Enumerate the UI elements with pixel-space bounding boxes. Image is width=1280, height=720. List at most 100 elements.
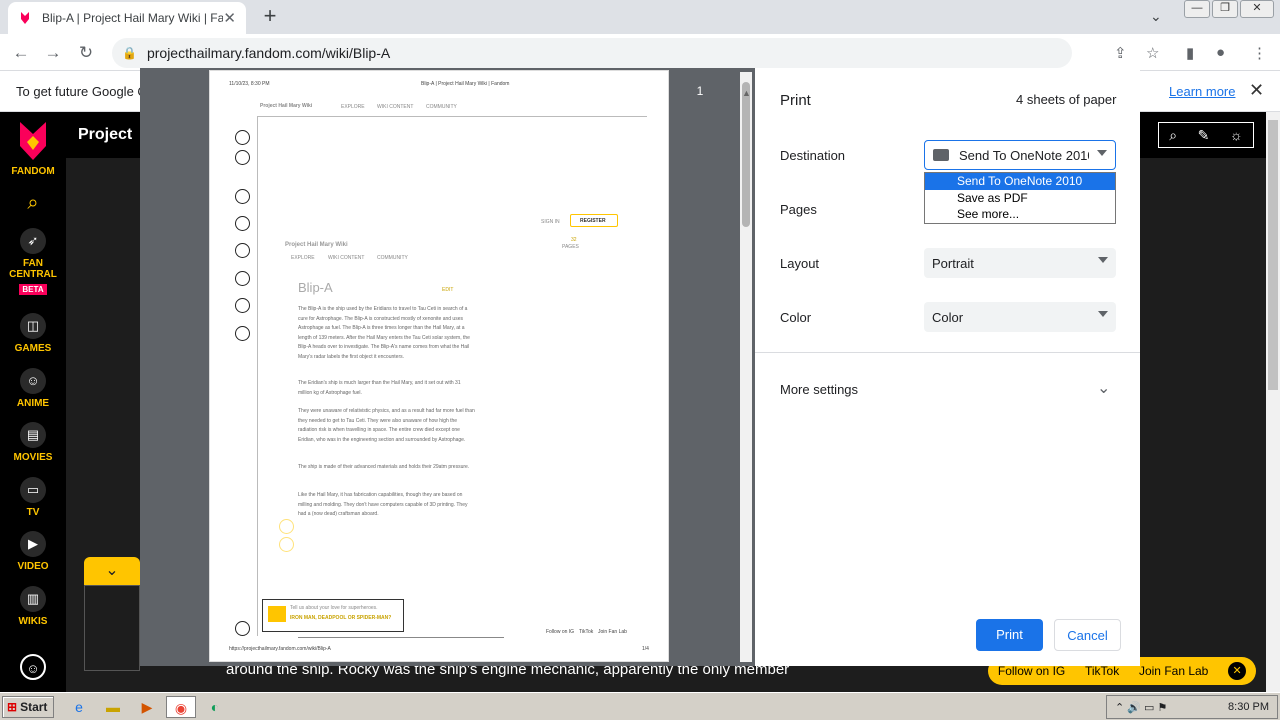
- forward-button[interactable]: →: [42, 42, 64, 64]
- preview-sign-in: SIGN IN: [541, 219, 560, 225]
- learn-more-link[interactable]: Learn more: [1169, 84, 1235, 99]
- menu-kebab-icon[interactable]: ⋮: [1252, 44, 1267, 62]
- preview-promo-link: IRON MAN, DEADPOOL OR SPIDER-MAN?: [290, 615, 392, 621]
- folder-icon[interactable]: ▬: [100, 696, 126, 718]
- preview-paragraph: The Eridian's ship is much larger than t…: [298, 380, 461, 396]
- ie-icon[interactable]: e: [66, 696, 92, 718]
- divider: [755, 352, 1140, 353]
- print-button[interactable]: Print: [976, 619, 1043, 651]
- tray-icons[interactable]: ⌃ 🔊 ▭ ⚑: [1115, 701, 1167, 714]
- address-bar[interactable]: 🔒 projecthailmary.fandom.com/wiki/Blip-A: [112, 38, 1072, 68]
- fandom-rail: FANDOM ⌕ ➶ FAN CENTRAL BETA ◫ GAMES ☺ AN…: [0, 112, 66, 692]
- discussions-icon[interactable]: ✎: [1198, 127, 1210, 144]
- share-icon[interactable]: ⇪: [1114, 44, 1127, 62]
- preview-nav: COMMUNITY: [377, 255, 408, 261]
- preview-pages-count: 32: [571, 237, 577, 243]
- page-scrollbar[interactable]: [1266, 112, 1280, 692]
- book-icon: ▥: [20, 586, 46, 612]
- side-panel-icon[interactable]: ▮: [1186, 44, 1194, 62]
- rail-label: WIKIS: [18, 616, 48, 627]
- preview-wiki-name-2: Project Hail Mary Wiki: [285, 242, 348, 248]
- rail-item-movies[interactable]: ▤ MOVIES: [0, 422, 66, 463]
- tab-close-icon[interactable]: ✕: [223, 9, 236, 27]
- dropdown-option[interactable]: Save as PDF: [925, 190, 1115, 207]
- rail-label: ANIME: [16, 398, 50, 409]
- clapper-icon: ▤: [20, 422, 46, 448]
- page-number-badge: 1: [669, 68, 731, 115]
- preview-promo-image: [268, 606, 286, 622]
- cancel-button[interactable]: Cancel: [1054, 619, 1121, 651]
- bookmark-star-icon[interactable]: ☆: [1146, 44, 1159, 62]
- expand-chevron-icon[interactable]: ⌄: [1097, 378, 1110, 398]
- windows-taskbar: ⊞ Start e ▬ ▶ ◉ ◐ ⌃ 🔊 ▭ ⚑ 8:30 PM: [0, 692, 1280, 720]
- tab-search-chevron-icon[interactable]: ⌄: [1150, 8, 1162, 25]
- close-icon[interactable]: ✕: [1228, 662, 1247, 680]
- browser-tab[interactable]: Blip-A | Project Hail Mary Wiki | Fandom…: [8, 2, 246, 34]
- destination-value: Send To OneNote 2010: [959, 147, 1089, 163]
- close-window-button[interactable]: ✕: [1240, 0, 1274, 18]
- profile-avatar-icon[interactable]: ●: [1216, 44, 1225, 61]
- search-icon: ⌕: [27, 192, 39, 214]
- wiki-title[interactable]: Project: [78, 126, 132, 144]
- info-close-icon[interactable]: ✕: [1249, 80, 1264, 101]
- preview-promo-text: Tell us about your love for superheroes.: [290, 605, 378, 611]
- destination-select[interactable]: Send To OneNote 2010: [924, 140, 1116, 170]
- rail-search[interactable]: ⌕: [0, 192, 66, 215]
- color-select[interactable]: Color: [924, 302, 1116, 332]
- restore-button[interactable]: ❐: [1212, 0, 1238, 18]
- rail-item-fandom[interactable]: FANDOM: [0, 120, 66, 177]
- gamepad-icon: ◫: [20, 313, 46, 339]
- start-button[interactable]: ⊞ Start: [2, 696, 54, 718]
- preview-nav: WIKI CONTENT: [328, 255, 365, 261]
- tab-title: Blip-A | Project Hail Mary Wiki | Fandom: [42, 11, 224, 25]
- preview-footer-page: 1/4: [642, 646, 649, 652]
- more-settings-label[interactable]: More settings: [780, 382, 858, 397]
- rail-item-fan-central[interactable]: ➶ FAN CENTRAL BETA: [0, 228, 66, 295]
- lock-icon: 🔒: [122, 46, 137, 60]
- preview-paragraph: They were unaware of relativistic physic…: [298, 408, 475, 443]
- layout-select[interactable]: Portrait: [924, 248, 1116, 278]
- color-value: Color: [932, 309, 964, 325]
- media-player-icon[interactable]: ▶: [134, 696, 160, 718]
- preview-float-icon: [279, 537, 294, 552]
- search-icon[interactable]: ⌕: [1169, 127, 1177, 144]
- rail-item-wikis[interactable]: ▥ WIKIS: [0, 586, 66, 627]
- new-tab-button[interactable]: +: [258, 4, 282, 28]
- preview-scrollbar[interactable]: [740, 72, 752, 662]
- preview-article-title: Blip-A: [298, 280, 333, 295]
- sheets-count: 4 sheets of paper: [1016, 92, 1117, 107]
- rocket-icon: ➶: [20, 228, 46, 254]
- tiktok-link[interactable]: TikTok: [1085, 664, 1119, 678]
- rail-item-games[interactable]: ◫ GAMES: [0, 313, 66, 354]
- preview-edit: EDIT: [442, 287, 454, 293]
- promo-thumbnail[interactable]: [84, 585, 140, 671]
- rail-label: TV: [26, 507, 40, 518]
- dropdown-option[interactable]: Send To OneNote 2010: [925, 173, 1115, 190]
- join-link[interactable]: Join Fan Lab: [1139, 664, 1208, 678]
- rail-item-tv[interactable]: ▭ TV: [0, 477, 66, 518]
- destination-dropdown: Send To OneNote 2010 Save as PDF See mor…: [924, 172, 1116, 224]
- scroll-up-icon[interactable]: ▲: [742, 88, 751, 98]
- edge-icon[interactable]: ◐: [202, 696, 228, 718]
- follow-link[interactable]: Follow on IG: [998, 664, 1065, 678]
- printer-icon: [933, 149, 949, 161]
- rail-item-video[interactable]: ▶ VIDEO: [0, 531, 66, 572]
- reload-button[interactable]: ↻: [75, 42, 97, 64]
- minimize-button[interactable]: —: [1184, 0, 1210, 18]
- scroll-thumb[interactable]: [1268, 120, 1278, 390]
- preview-float-icon: [279, 519, 294, 534]
- account-avatar[interactable]: ☺: [0, 654, 66, 680]
- scroll-thumb[interactable]: [742, 82, 750, 227]
- chrome-icon[interactable]: ◉: [166, 696, 196, 718]
- collapse-chevron-icon[interactable]: ⌄: [84, 557, 140, 585]
- rail-item-anime[interactable]: ☺ ANIME: [0, 368, 66, 409]
- rail-label: MOVIES: [13, 452, 53, 463]
- layout-value: Portrait: [932, 255, 974, 271]
- back-button[interactable]: ←: [10, 42, 32, 64]
- dropdown-option[interactable]: See more...: [925, 206, 1115, 223]
- preview-rail-icon: [235, 189, 250, 204]
- preview-register: REGISTER: [570, 214, 618, 227]
- theme-toggle-icon[interactable]: ☼: [1230, 127, 1243, 143]
- pages-label: Pages: [780, 202, 817, 217]
- fandom-favicon-icon: [21, 12, 29, 24]
